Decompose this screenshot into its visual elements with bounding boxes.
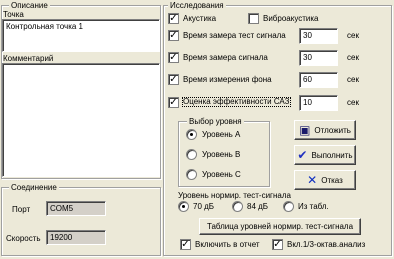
saz-efficiency-label: Оценка эффективности САЗ (182, 97, 291, 107)
norm-table-label: Из табл. (298, 202, 329, 211)
background-time-checkbox[interactable]: ✓ (168, 74, 179, 85)
signal-time-checkbox[interactable]: ✓ (168, 52, 179, 63)
norm-70db-radio[interactable] (178, 201, 189, 212)
defer-button[interactable]: ▣ Отложить (294, 120, 356, 140)
level-b-label: Уровень В (202, 150, 241, 159)
execute-button-label: Выполнить (311, 150, 353, 160)
test-signal-time-unit: сек (347, 31, 359, 40)
test-signal-time-field[interactable]: 30 (299, 28, 338, 44)
level-c-radio[interactable] (186, 169, 197, 180)
speed-label: Скорость (6, 234, 41, 243)
test-signal-time-checkbox[interactable]: ✓ (168, 30, 179, 41)
research-legend: Исследования (168, 1, 226, 10)
connection-legend: Соединение (9, 183, 59, 192)
background-time-label: Время измерения фона (183, 75, 272, 84)
vibro-checkbox[interactable] (248, 13, 259, 24)
include-report-label: Включить в отчет (195, 240, 260, 249)
level-a-radio[interactable] (186, 129, 197, 140)
save-disk-icon: ▣ (299, 123, 311, 137)
port-field[interactable]: COM5 (46, 201, 106, 216)
signal-time-field[interactable]: 30 (299, 50, 338, 66)
cancel-button-label: Отказ (321, 175, 343, 185)
saz-efficiency-checkbox[interactable]: ✓ (168, 97, 179, 108)
background-time-field[interactable]: 60 (299, 72, 338, 88)
norm-84db-radio[interactable] (232, 201, 243, 212)
speed-field[interactable]: 19200 (46, 230, 106, 245)
signal-time-label: Время замера сигнала (183, 53, 268, 62)
level-select-legend: Выбор уровня (187, 117, 244, 126)
defer-button-label: Отложить (314, 125, 351, 135)
description-legend: Описание (9, 1, 50, 10)
level-c-label: Уровень С (202, 170, 241, 179)
acoustics-checkbox[interactable]: ✓ (168, 13, 179, 24)
test-signal-time-label: Время замера тест сигнала (183, 31, 286, 40)
signal-time-unit: сек (347, 53, 359, 62)
norm-70db-label: 70 дБ (193, 202, 215, 211)
comment-field[interactable] (2, 63, 160, 177)
norm-level-label: Уровень нормир. тест-сигнала (178, 191, 291, 200)
point-field[interactable]: Контрольная точка 1 (2, 19, 160, 52)
cancel-x-icon: ✕ (307, 173, 318, 187)
level-b-radio[interactable] (186, 149, 197, 160)
norm-table-radio[interactable] (283, 201, 294, 212)
cancel-button[interactable]: ✕ Отказ (294, 170, 356, 190)
connection-group (1, 187, 161, 256)
include-report-checkbox[interactable]: ✓ (180, 239, 191, 250)
norm-84db-label: 84 дБ (247, 202, 269, 211)
octave-analysis-label: Вкл.1/3-октав.анализ (287, 240, 366, 249)
saz-efficiency-field[interactable]: 10 (299, 95, 338, 111)
port-label: Порт (12, 205, 31, 214)
level-a-label: Уровень А (202, 130, 241, 139)
norm-levels-table-button[interactable]: Таблица уровней нормир. тест-сигнала (199, 218, 361, 235)
execute-button[interactable]: ✔ Выполнить (294, 145, 356, 165)
acoustics-label: Акустика (183, 14, 217, 23)
saz-efficiency-unit: сек (347, 98, 359, 107)
vibro-label: Виброакустика (263, 14, 319, 23)
checkmark-icon: ✔ (297, 148, 308, 162)
background-time-unit: сек (347, 75, 359, 84)
octave-analysis-checkbox[interactable]: ✓ (272, 239, 283, 250)
